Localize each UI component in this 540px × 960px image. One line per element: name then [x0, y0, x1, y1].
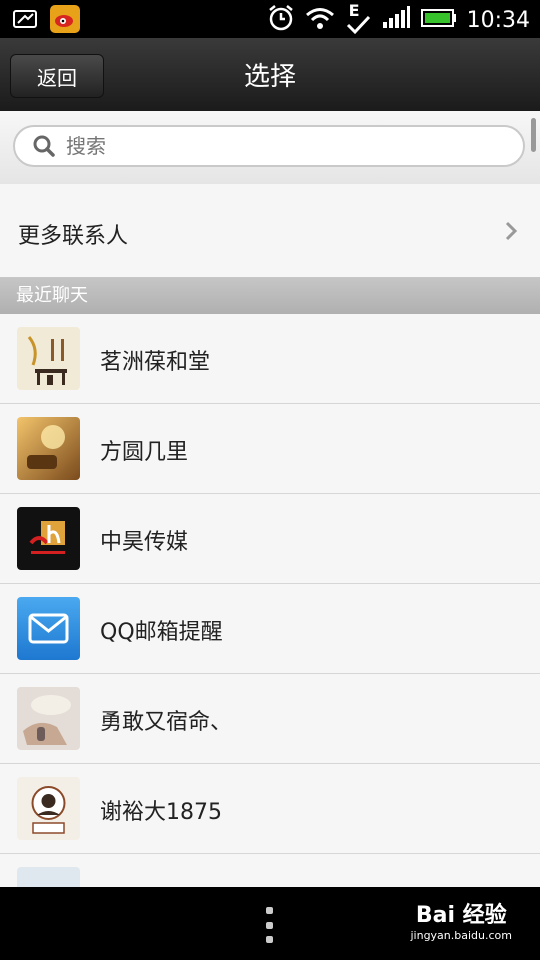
- avatar: [17, 327, 80, 390]
- contact-name: 方圆几里: [100, 440, 189, 465]
- search-icon: [32, 134, 56, 158]
- search-bar: [0, 111, 540, 185]
- search-box[interactable]: [13, 125, 525, 167]
- contact-name: QQ邮箱提醒: [100, 620, 223, 645]
- avatar: [17, 417, 80, 480]
- list-item[interactable]: 谢裕大1875: [0, 764, 540, 854]
- contact-name: 勇敢又宿命、: [100, 710, 233, 735]
- watermark: Bai 经验 jingyan.baidu.com: [410, 897, 512, 942]
- scrollbar[interactable]: [531, 118, 536, 152]
- battery-icon: [420, 8, 457, 32]
- menu-icon[interactable]: [264, 907, 274, 943]
- list-item[interactable]: 勇敢又宿命、: [0, 674, 540, 764]
- list-item[interactable]: 中昊传媒: [0, 494, 540, 584]
- sd-card-icon: [10, 5, 40, 33]
- more-contacts-label: 更多联系人: [18, 224, 129, 249]
- more-contacts-row[interactable]: 更多联系人: [0, 184, 540, 278]
- avatar: [17, 507, 80, 570]
- top-bar: 返回 选择: [0, 38, 540, 113]
- recent-chats-list: 茗洲葆和堂 方圆几里 中昊传媒 QQ邮箱提醒 勇敢又宿命、 谢裕大1875: [0, 314, 540, 943]
- alarm-icon: [267, 4, 295, 36]
- nav-bar: Bai 经验 jingyan.baidu.com: [0, 887, 540, 960]
- contact-name: 中昊传媒: [100, 530, 189, 555]
- chevron-right-icon: [504, 220, 518, 248]
- network-type-icon: E: [345, 1, 371, 35]
- wifi-icon: [305, 6, 335, 34]
- watermark-logo: Bai 经验: [415, 903, 507, 928]
- page-title: 选择: [243, 62, 296, 92]
- section-header: 最近聊天: [0, 277, 540, 314]
- avatar: [17, 777, 80, 840]
- weibo-icon: [50, 5, 80, 33]
- mail-icon: [17, 597, 80, 660]
- search-input[interactable]: [64, 133, 488, 159]
- contact-name: 谢裕大1875: [100, 800, 222, 825]
- list-item[interactable]: 茗洲葆和堂: [0, 314, 540, 404]
- list-item[interactable]: QQ邮箱提醒: [0, 584, 540, 674]
- contact-name: 茗洲葆和堂: [100, 350, 211, 375]
- avatar: [17, 687, 80, 750]
- signal-icon: [381, 6, 411, 34]
- clock: 10:34: [466, 7, 530, 33]
- list-item[interactable]: 方圆几里: [0, 404, 540, 494]
- status-bar: E 10:34: [0, 0, 540, 38]
- watermark-url: jingyan.baidu.com: [410, 929, 512, 942]
